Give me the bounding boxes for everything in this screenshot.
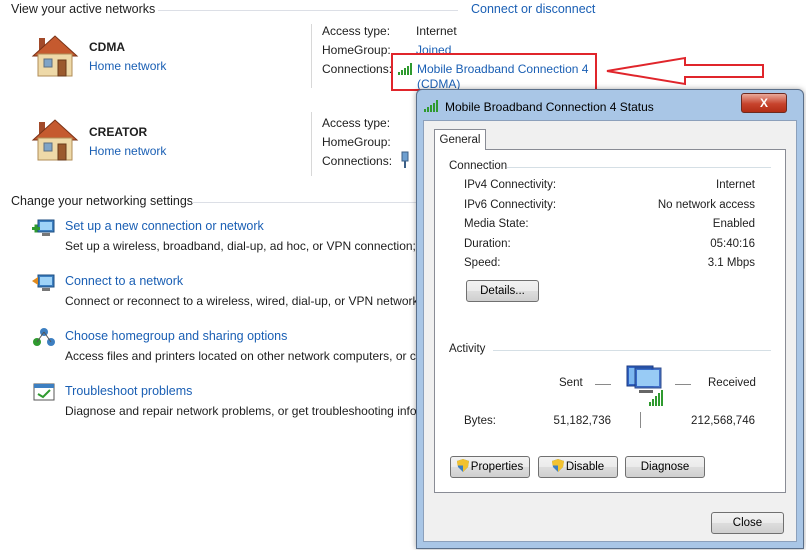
- disable-button-label: Disable: [565, 461, 605, 473]
- connect-to-network-link[interactable]: Connect to a network: [65, 274, 183, 288]
- network-divider: [311, 112, 312, 176]
- bytes-label: Bytes:: [464, 415, 496, 427]
- bytes-sent-value: 51,182,736: [553, 415, 611, 427]
- ipv4-label: IPv4 Connectivity:: [464, 179, 557, 191]
- setting-description: Set up a wireless, broadband, dial-up, a…: [65, 239, 426, 253]
- troubleshoot-icon: [32, 382, 56, 407]
- diagnose-button[interactable]: Diagnose: [625, 456, 705, 478]
- network-type-link[interactable]: Home network: [89, 144, 166, 158]
- connect-network-icon: [32, 272, 56, 297]
- connect-or-disconnect-link[interactable]: Connect or disconnect: [471, 2, 595, 16]
- access-type-label: Access type:: [322, 24, 391, 38]
- details-button[interactable]: Details...: [466, 280, 539, 302]
- access-type-value: Internet: [416, 24, 457, 38]
- network-activity-icon: [619, 364, 669, 411]
- red-arrow-annotation: [605, 56, 765, 89]
- new-connection-icon: [32, 217, 56, 242]
- bytes-divider: [640, 412, 641, 428]
- received-line: [675, 384, 691, 385]
- ipv4-value: Internet: [716, 179, 755, 191]
- network-type-link[interactable]: Home network: [89, 59, 166, 73]
- highlight-box: [391, 53, 597, 91]
- activity-group-label: Activity: [449, 343, 486, 355]
- network-name: CREATOR: [89, 125, 148, 139]
- media-state-label: Media State:: [464, 218, 529, 230]
- bytes-received-value: 212,568,746: [691, 415, 755, 427]
- ipv6-label: IPv6 Connectivity:: [464, 199, 557, 211]
- home-network-icon: [30, 34, 80, 81]
- speed-label: Speed:: [464, 257, 501, 269]
- header-rule: [158, 10, 458, 11]
- duration-label: Duration:: [464, 238, 511, 250]
- duration-value: 05:40:16: [710, 238, 755, 250]
- status-dialog: Mobile Broadband Connection 4 Status X G…: [416, 89, 804, 549]
- sent-line: [595, 384, 611, 385]
- group-divider: [507, 167, 771, 168]
- setup-new-connection-link[interactable]: Set up a new connection or network: [65, 219, 264, 233]
- dialog-body: General Connection IPv4 Connectivity: In…: [423, 120, 797, 542]
- sent-label: Sent: [559, 377, 583, 389]
- wired-connection-icon: [400, 151, 410, 172]
- connections-label: Connections:: [322, 154, 393, 168]
- close-button[interactable]: Close: [711, 512, 784, 534]
- home-network-icon: [30, 118, 80, 165]
- setting-description: Diagnose and repair network problems, or…: [65, 404, 417, 418]
- signal-bars-icon: [424, 100, 440, 115]
- setting-description: Connect or reconnect to a wireless, wire…: [65, 294, 419, 308]
- media-state-value: Enabled: [712, 218, 755, 230]
- properties-button-label: Properties: [470, 461, 524, 473]
- general-panel: Connection IPv4 Connectivity: Internet I…: [434, 149, 786, 493]
- homegroup-icon: [32, 327, 56, 352]
- homegroup-label: HomeGroup:: [322, 135, 391, 149]
- close-window-button[interactable]: X: [741, 93, 787, 113]
- tab-general[interactable]: General: [434, 129, 486, 150]
- network-divider: [311, 24, 312, 88]
- setting-description: Access files and printers located on oth…: [65, 349, 419, 363]
- connection-group-label: Connection: [449, 160, 508, 172]
- ipv6-value: No network access: [657, 199, 755, 211]
- access-type-label: Access type:: [322, 116, 391, 130]
- received-label: Received: [708, 377, 756, 389]
- active-networks-header: View your active networks: [11, 2, 156, 16]
- troubleshoot-problems-link[interactable]: Troubleshoot problems: [65, 384, 192, 398]
- disable-button[interactable]: Disable: [538, 456, 618, 478]
- homegroup-label: HomeGroup:: [322, 43, 391, 57]
- group-divider: [493, 350, 771, 351]
- connections-label: Connections:: [322, 62, 393, 76]
- settings-rule: [192, 202, 416, 203]
- settings-header: Change your networking settings: [11, 194, 194, 208]
- dialog-title: Mobile Broadband Connection 4 Status: [445, 100, 654, 114]
- properties-button[interactable]: Properties: [450, 456, 530, 478]
- network-name: CDMA: [89, 40, 125, 54]
- speed-value: 3.1 Mbps: [707, 257, 755, 269]
- uac-shield-icon: [456, 459, 469, 472]
- homegroup-sharing-link[interactable]: Choose homegroup and sharing options: [65, 329, 287, 343]
- uac-shield-icon: [551, 459, 564, 472]
